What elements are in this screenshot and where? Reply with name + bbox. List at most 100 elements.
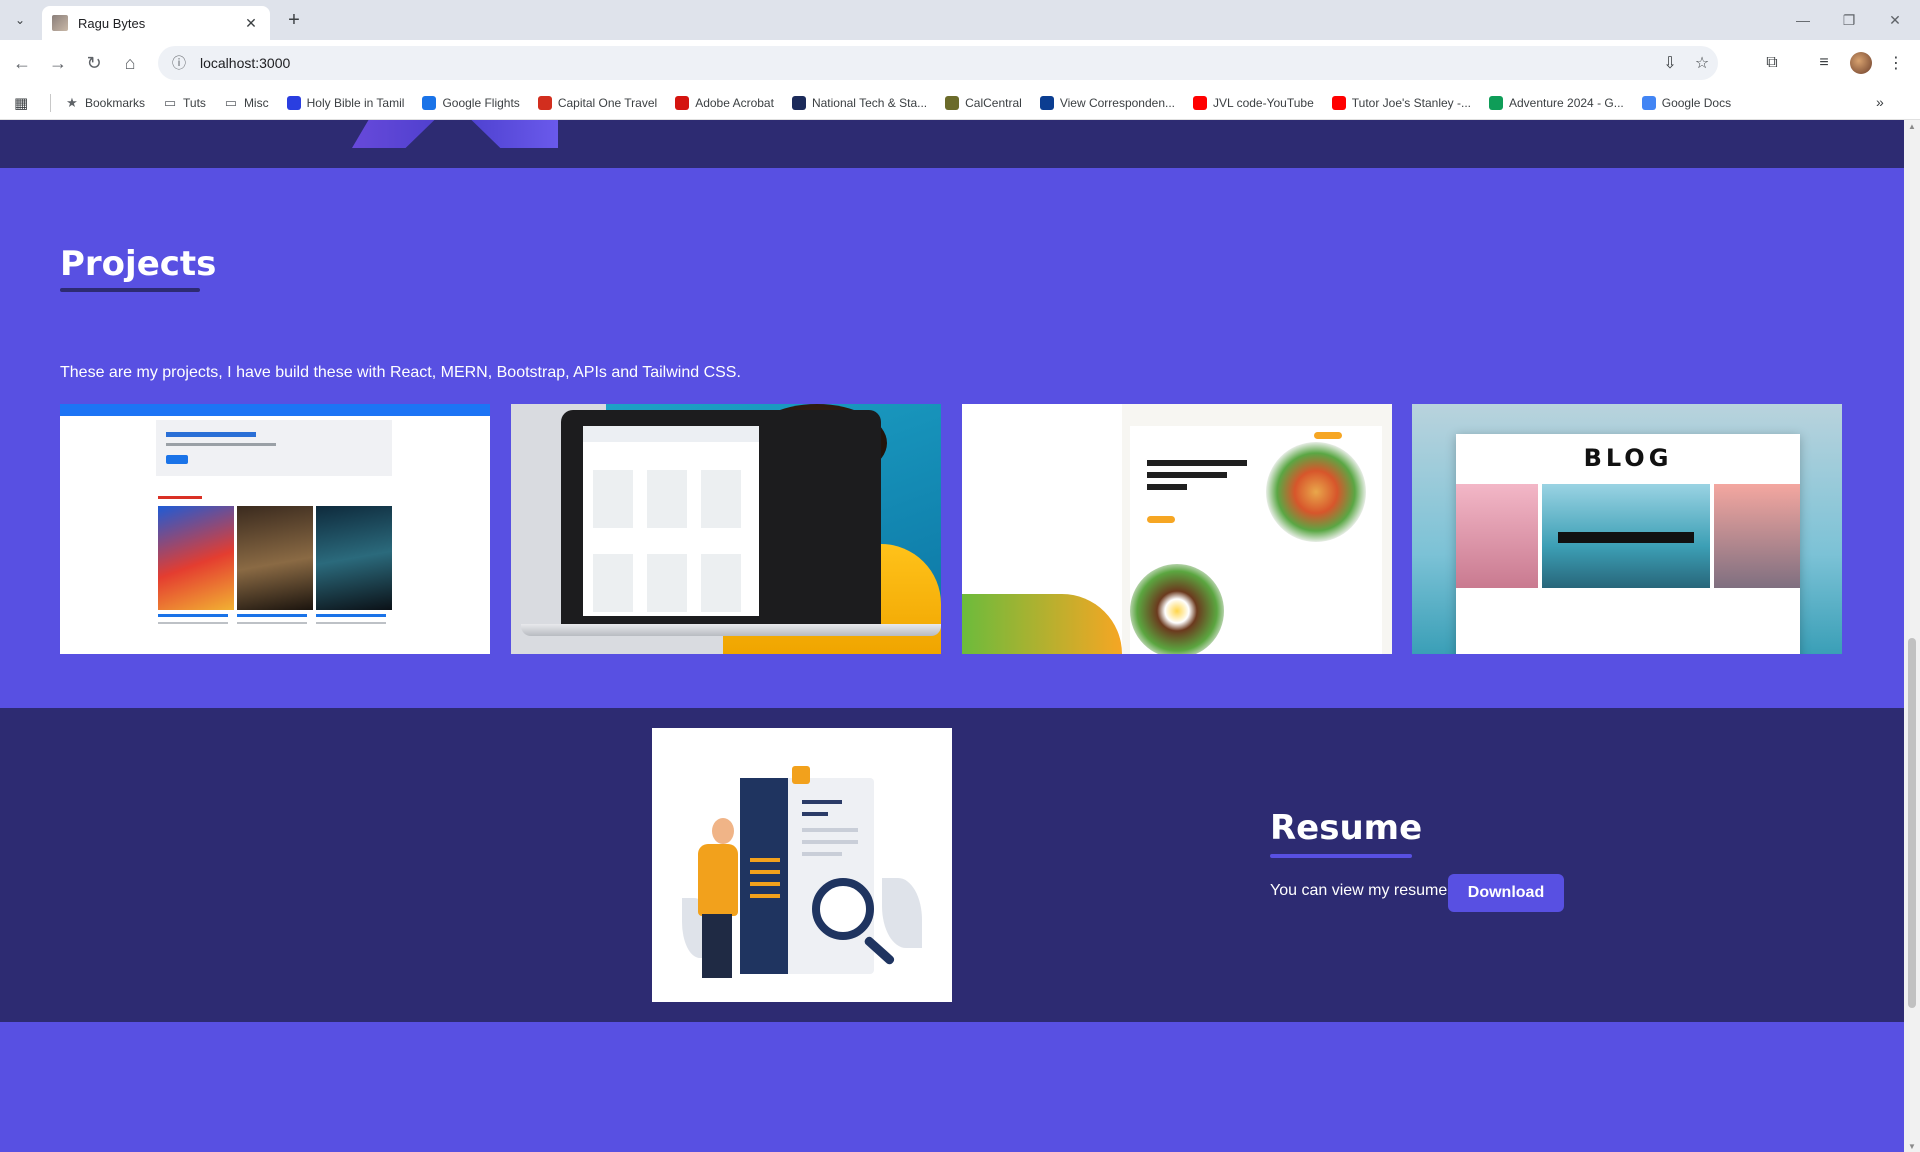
youtube-icon — [1331, 95, 1346, 110]
bookmark-label: CalCentral — [965, 95, 1022, 110]
bookmark-item[interactable]: Adventure 2024 - G... — [1489, 95, 1624, 110]
bookmark-label: Adventure 2024 - G... — [1509, 95, 1624, 110]
blog-preview-image — [1456, 484, 1538, 588]
bookmark-item[interactable]: Holy Bible in Tamil — [286, 95, 405, 110]
menu-icon[interactable]: ⋮ — [1882, 49, 1910, 77]
resume-section: Resume You can view my resume Download — [0, 708, 1904, 1022]
bible-icon — [286, 95, 301, 110]
minimize-button[interactable]: — — [1780, 6, 1826, 34]
scrollbar-thumb[interactable] — [1908, 638, 1916, 1008]
bookmark-label: Capital One Travel — [557, 95, 658, 110]
projects-title-underline — [60, 288, 200, 292]
bookmark-item[interactable]: National Tech & Sta... — [791, 95, 928, 110]
laptop-base — [521, 624, 941, 636]
capital-one-icon — [537, 95, 552, 110]
docs-icon — [1641, 95, 1656, 110]
resume-description: You can view my resume — [1270, 882, 1448, 899]
bookmark-item[interactable]: ▭ Misc — [224, 94, 269, 110]
acrobat-icon — [675, 95, 690, 110]
person-head — [712, 818, 734, 844]
bookmark-star-icon[interactable]: ☆ — [1686, 53, 1718, 73]
sheets-icon — [1489, 95, 1503, 110]
rice-bowl-graphic — [1130, 564, 1224, 654]
bookmark-label: Holy Bible in Tamil — [306, 95, 405, 110]
bookmark-label: JVL code-YouTube — [1213, 95, 1314, 110]
restore-button[interactable]: ❐ — [1826, 6, 1872, 34]
profile-avatar[interactable] — [1850, 52, 1872, 74]
bookmark-label: Google Flights — [442, 95, 520, 110]
reading-list-icon[interactable]: ≡ — [1810, 49, 1838, 77]
scroll-down-icon[interactable]: ▼ — [1908, 1142, 1916, 1151]
url-text[interactable]: localhost:3000 — [200, 55, 1654, 71]
more-bookmarks-icon[interactable]: » — [1876, 94, 1894, 110]
calcentral-icon — [945, 95, 960, 110]
close-window-button[interactable]: ✕ — [1872, 6, 1918, 34]
bookmark-item[interactable]: Google Flights — [422, 95, 520, 110]
bookmark-label: Misc — [243, 95, 269, 110]
folder-icon: ▭ — [224, 94, 238, 110]
magnifier-graphic — [812, 878, 874, 940]
reload-icon[interactable]: ↻ — [80, 49, 108, 77]
bookmark-label: Google Docs — [1661, 95, 1732, 110]
bookmark-label: Adobe Acrobat — [695, 95, 774, 110]
flag-icon — [1039, 95, 1054, 110]
blog-preview-image — [1714, 484, 1800, 588]
bookmark-item[interactable]: ▭ Tuts — [163, 94, 206, 110]
projects-section: Projects These are my projects, I have b… — [0, 168, 1904, 708]
movie-poster — [237, 506, 313, 610]
blog-preview-caption — [1558, 532, 1694, 543]
tab-close-icon[interactable]: ✕ — [242, 15, 260, 32]
back-icon[interactable]: ← — [8, 49, 36, 77]
extensions-icon[interactable]: ⧉ — [1758, 49, 1786, 77]
next-section — [0, 1022, 1904, 1152]
tab-search-chevron-icon[interactable]: ⌄ — [8, 8, 32, 32]
page-viewport: Projects These are my projects, I have b… — [0, 120, 1904, 1152]
project-card-movie-app[interactable] — [60, 404, 490, 654]
bookmark-item[interactable]: Google Docs — [1641, 95, 1732, 110]
project-card-food[interactable] — [962, 404, 1392, 654]
bookmark-label: Bookmarks — [85, 95, 146, 110]
star-icon: ★ — [66, 94, 78, 110]
tab-favicon — [52, 15, 68, 31]
hero-graphic — [352, 120, 558, 148]
card-preview-navbar — [60, 404, 490, 416]
tab-strip: ⌄ Ragu Bytes ✕ + — ❐ ✕ — [0, 0, 1920, 40]
bookmark-item[interactable]: Tutor Joe's Stanley -... — [1331, 95, 1471, 110]
scroll-up-icon[interactable]: ▲ — [1908, 122, 1916, 131]
bookmark-item[interactable]: ★ Bookmarks — [65, 94, 146, 110]
projects-title: Projects — [60, 244, 217, 284]
youtube-icon — [1193, 95, 1208, 110]
bookmark-item[interactable]: JVL code-YouTube — [1193, 95, 1314, 110]
clipboard-clip — [792, 766, 810, 784]
project-card-blog[interactable]: BLOG — [1412, 404, 1842, 654]
browser-tab[interactable]: Ragu Bytes ✕ — [42, 6, 270, 40]
page-scrollbar[interactable]: ▲ ▼ — [1904, 120, 1920, 1152]
card-preview-blog-page: BLOG — [1456, 434, 1800, 654]
bookmark-item[interactable]: CalCentral — [945, 95, 1022, 110]
bookmark-item[interactable]: Adobe Acrobat — [675, 95, 774, 110]
blog-preview-title: BLOG — [1583, 444, 1673, 472]
resume-illustration — [652, 728, 952, 1002]
bookmarks-separator — [50, 93, 51, 112]
resume-title: Resume — [1270, 808, 1423, 848]
bookmark-item[interactable]: View Corresponden... — [1039, 95, 1175, 110]
card-preview-heading — [1147, 460, 1247, 466]
card-preview-heading — [158, 496, 202, 499]
download-resume-button[interactable]: Download — [1448, 874, 1564, 912]
tab-title: Ragu Bytes — [78, 15, 146, 31]
bookmark-label: National Tech & Sta... — [811, 95, 928, 110]
person-legs — [702, 914, 732, 978]
site-info-icon[interactable]: ⓘ — [164, 53, 194, 73]
apps-grid-icon[interactable]: ▦ — [14, 94, 32, 112]
address-bar[interactable]: ⓘ localhost:3000 ⇩ ☆ — [158, 46, 1718, 80]
folder-icon: ▭ — [163, 94, 177, 110]
new-tab-button[interactable]: + — [282, 8, 306, 32]
resume-title-underline — [1270, 854, 1412, 858]
project-card-shop[interactable] — [511, 404, 941, 654]
bookmark-item[interactable]: Capital One Travel — [537, 95, 658, 110]
forward-icon[interactable]: → — [44, 49, 72, 77]
bookmark-label: Tutor Joe's Stanley -... — [1351, 95, 1471, 110]
install-icon[interactable]: ⇩ — [1654, 53, 1686, 73]
home-icon[interactable]: ⌂ — [116, 49, 144, 77]
browser-toolbar: ← → ↻ ⌂ ⓘ localhost:3000 ⇩ ☆ ⧉ ≡ ⋮ — [0, 40, 1920, 86]
